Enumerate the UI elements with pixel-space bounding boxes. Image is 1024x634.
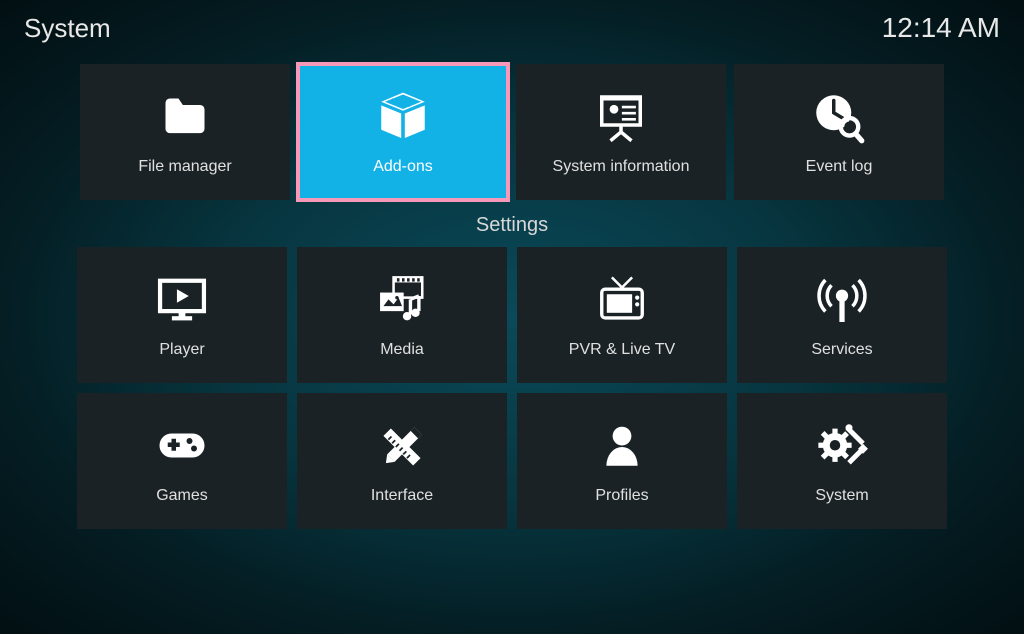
top-tiles-row: File manager Add-ons System information … xyxy=(0,56,1024,204)
tile-label: Games xyxy=(156,487,208,505)
tile-label: System information xyxy=(553,158,690,176)
gamepad-icon xyxy=(147,417,217,477)
tile-label: File manager xyxy=(138,158,231,176)
tile-label: System xyxy=(815,487,868,505)
tile-label: Interface xyxy=(371,487,433,505)
tile-file-manager[interactable]: File manager xyxy=(80,64,290,200)
tv-icon xyxy=(587,271,657,331)
tile-profiles[interactable]: Profiles xyxy=(517,393,727,529)
play-monitor-icon xyxy=(147,271,217,331)
tile-system[interactable]: System xyxy=(737,393,947,529)
profile-icon xyxy=(587,417,657,477)
pencil-ruler-icon xyxy=(367,417,437,477)
tile-label: Profiles xyxy=(595,487,648,505)
clock-search-icon xyxy=(804,88,874,148)
box-icon xyxy=(368,88,438,148)
folder-icon xyxy=(150,88,220,148)
tile-label: Services xyxy=(811,341,872,359)
header: System 12:14 AM xyxy=(0,0,1024,56)
section-label-settings: Settings xyxy=(0,214,1024,237)
tile-label: Add-ons xyxy=(373,158,433,176)
settings-grid: Player Media PVR & Live TV Services Game… xyxy=(0,243,1024,533)
tile-pvr[interactable]: PVR & Live TV xyxy=(517,247,727,383)
gear-tools-icon xyxy=(807,417,877,477)
clock: 12:14 AM xyxy=(882,12,1000,44)
media-icon xyxy=(367,271,437,331)
tile-label: PVR & Live TV xyxy=(569,341,675,359)
presentation-icon xyxy=(586,88,656,148)
tile-add-ons[interactable]: Add-ons xyxy=(298,64,508,200)
tile-interface[interactable]: Interface xyxy=(297,393,507,529)
tile-event-log[interactable]: Event log xyxy=(734,64,944,200)
tile-system-information[interactable]: System information xyxy=(516,64,726,200)
tile-label: Media xyxy=(380,341,424,359)
page-title: System xyxy=(24,13,111,44)
broadcast-icon xyxy=(807,271,877,331)
tile-games[interactable]: Games xyxy=(77,393,287,529)
tile-label: Player xyxy=(159,341,204,359)
tile-label: Event log xyxy=(806,158,873,176)
tile-media[interactable]: Media xyxy=(297,247,507,383)
tile-player[interactable]: Player xyxy=(77,247,287,383)
tile-services[interactable]: Services xyxy=(737,247,947,383)
